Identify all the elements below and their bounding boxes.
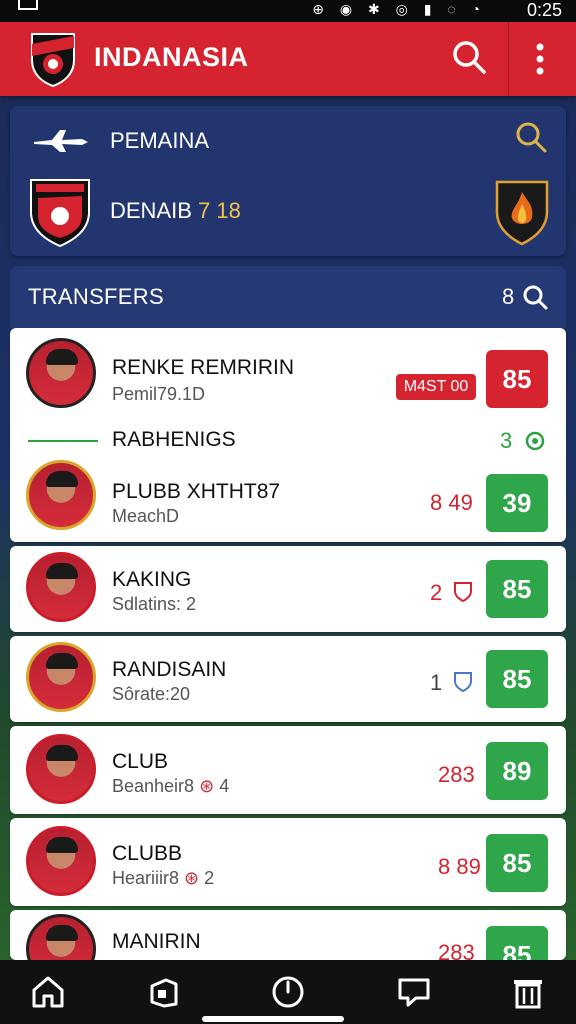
league-card[interactable]: PEMAINA DENAIB 7 18 [10, 106, 566, 256]
player-meta: 8 89 [438, 854, 481, 879]
player-name: RABHENIGS [112, 428, 236, 451]
chat-bubble-icon [525, 431, 545, 451]
player-avatar [26, 734, 96, 804]
shield-icon [454, 582, 472, 602]
league-club-label: DENAIB 7 18 [110, 198, 241, 224]
badge-icon: ⊛ [199, 776, 215, 796]
league-search-icon[interactable] [514, 120, 548, 154]
transfers-search-icon[interactable] [522, 284, 548, 310]
player-meta: 2 [430, 580, 443, 605]
list-item[interactable]: RENKE REMRIRIN Pemil79.1D M4ST 00 85 RAB… [10, 328, 566, 542]
player-name: MANIRIN [112, 930, 201, 953]
app-bar: INDANASIA [0, 22, 576, 96]
player-tag: M4ST 00 [396, 374, 476, 400]
club-logo-icon [31, 33, 75, 88]
player-score: 89 [486, 742, 548, 800]
more-options-icon[interactable] [522, 40, 558, 78]
appbar-divider [508, 22, 509, 96]
player-name: PLUBB XHTHT87 [112, 480, 281, 503]
player-avatar [26, 552, 96, 622]
player-sub: Heariiir8 ⊛ 2 [112, 868, 214, 889]
status-bar: ⊕ ◉ ✱ ◎ ▮ ◌ ◔ 0:25 [0, 0, 576, 22]
player-meta: 8 49 [430, 490, 473, 515]
league-row-label: PEMAINA [110, 128, 210, 153]
player-name: KAKING [112, 568, 192, 591]
player-avatar [26, 826, 96, 896]
player-sub: MeachD [112, 506, 180, 526]
transfers-header: TRANSFERS 8 [10, 266, 566, 328]
clock-icon[interactable] [268, 972, 308, 1012]
player-sub-num: 4 [219, 776, 230, 796]
player-score: 85 [486, 926, 548, 960]
tag-icon[interactable] [144, 972, 184, 1012]
list-item[interactable]: CLUB Beanheir8 ⊛ 4 283 89 [10, 726, 566, 814]
player-sub: Pemil79.1D [112, 384, 206, 404]
list-item[interactable]: KAKING Sdlatins: 2 2 85 [10, 546, 566, 632]
club-name: DENAIB [110, 198, 192, 223]
arrow-line-icon [28, 440, 98, 442]
player-avatar [26, 642, 96, 712]
transfers-count: 8 [502, 284, 515, 309]
player-name: RENKE REMRIRIN [112, 356, 295, 379]
transfers-title: TRANSFERS [28, 284, 164, 309]
list-item[interactable]: RANDISAIN Sôrate:20 1 85 [10, 636, 566, 722]
airplane-icon [34, 130, 88, 152]
list-item[interactable]: MANIRIN 283 85 [10, 910, 566, 960]
player-sub: Sdlatins: 2 [112, 594, 197, 614]
player-name: CLUBB [112, 842, 183, 865]
player-avatar [26, 914, 96, 960]
player-score: 39 [486, 474, 548, 532]
player-meta: 1 [430, 670, 443, 695]
bottom-nav [0, 960, 576, 1024]
player-sub: Beanheir8 ⊛ 4 [112, 776, 229, 797]
search-icon[interactable] [450, 38, 488, 76]
app-title: INDANASIA [94, 42, 249, 72]
player-meta: 283 [438, 762, 475, 787]
player-name: RANDISAIN [112, 658, 227, 681]
player-meta: 3 [500, 428, 513, 453]
club-number: 7 18 [198, 198, 241, 223]
home-indicator[interactable] [202, 1016, 344, 1022]
player-meta: 283 [438, 940, 475, 960]
trash-icon[interactable] [508, 972, 548, 1012]
player-sub-text: Beanheir8 [112, 776, 195, 796]
player-sub-num: 2 [204, 868, 215, 888]
player-score: 85 [486, 650, 548, 708]
player-score: 85 [486, 350, 548, 408]
chat-icon[interactable] [394, 972, 434, 1012]
status-time: 0:25 [526, 0, 562, 20]
player-sub-text: Heariiir8 [112, 868, 180, 888]
battery-icon [18, 0, 38, 10]
player-sub: Sôrate:20 [112, 684, 191, 704]
player-score: 85 [486, 560, 548, 618]
flame-crest-icon [495, 180, 549, 246]
badge-icon: ⊛ [184, 868, 200, 888]
home-icon[interactable] [28, 972, 68, 1012]
player-score: 85 [486, 834, 548, 892]
player-name: CLUB [112, 750, 169, 773]
status-icons: ⊕ ◉ ✱ ◎ ▮ ◌ ◔ [312, 1, 486, 17]
list-item[interactable]: CLUBB Heariiir8 ⊛ 2 8 89 85 [10, 818, 566, 906]
shield-icon [454, 672, 472, 692]
player-avatar [26, 460, 96, 530]
player-avatar [26, 338, 96, 408]
club-crest-icon [30, 179, 90, 248]
